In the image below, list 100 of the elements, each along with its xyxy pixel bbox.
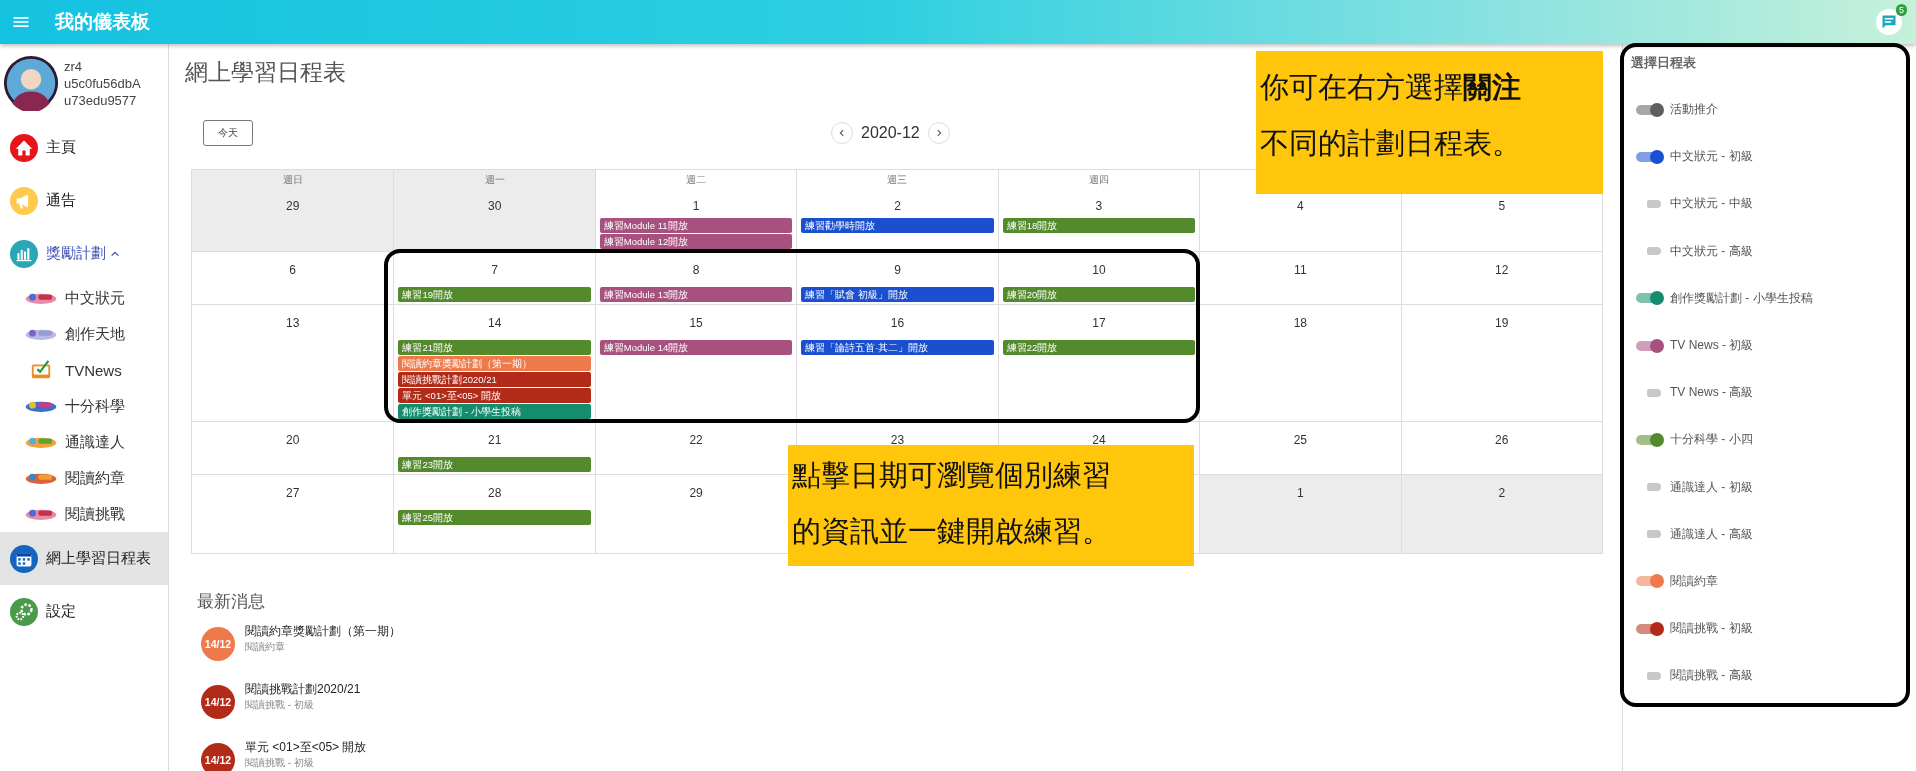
day-number: 11 xyxy=(1294,263,1307,277)
nav-item[interactable]: 通告 xyxy=(0,174,168,227)
notification-badge: 5 xyxy=(1896,4,1907,16)
day-cell[interactable]: 18 xyxy=(1199,305,1401,421)
day-cell[interactable]: 7 練習19開放 xyxy=(393,252,595,304)
day-cell[interactable]: 1 xyxy=(1199,475,1401,553)
schedule-label: 創作獎勵計劃 - 小學生投稿 xyxy=(1670,289,1813,307)
day-cell[interactable]: 13 xyxy=(192,305,394,421)
day-cell[interactable]: 9 練習「賦會 初級」開放 xyxy=(796,252,998,304)
day-cell[interactable]: 20 xyxy=(192,422,394,474)
day-number: 26 xyxy=(1495,433,1509,447)
news-title[interactable]: 單元 <01>至<05> 開放 xyxy=(245,738,367,756)
nav-subitem[interactable]: 創作天地 xyxy=(0,316,168,352)
toggle-switch[interactable] xyxy=(1636,291,1664,306)
event-bar[interactable]: 練習19開放 xyxy=(398,287,591,302)
nav-item[interactable]: 獎勵計劃 xyxy=(0,227,168,280)
day-number: 30 xyxy=(487,199,502,213)
panel-title: 選擇日程表 xyxy=(1631,54,1697,72)
day-cell[interactable]: 14 練習21開放 閱讀約章獎勵計劃（第一期） 閱讀挑戰計劃2020/21 單元 <01>至<05> 開放 創作獎勵計劃 - 小學生投稿 xyxy=(393,305,595,421)
nav-subitem[interactable]: 通識達人 xyxy=(0,424,168,460)
weekday-label: 週一 xyxy=(484,174,505,185)
date-badge: 14/12 xyxy=(201,627,235,661)
day-cell[interactable]: 8 練習Module 13開放 xyxy=(594,252,797,304)
weekday-label: 週二 xyxy=(686,174,707,185)
nav-subitem[interactable]: 閱讀約章 xyxy=(0,460,168,496)
day-number: 29 xyxy=(689,486,703,500)
event-bar[interactable]: 閱讀挑戰計劃2020/21 xyxy=(398,372,591,387)
settings-icon xyxy=(10,597,38,626)
event-bar[interactable]: 創作獎勵計劃 - 小學生投稿 xyxy=(398,404,591,419)
day-cell[interactable]: 26 xyxy=(1400,422,1602,474)
day-cell[interactable]: 25 xyxy=(1199,422,1401,474)
day-cell[interactable]: 週四 3 練習18開放 xyxy=(997,170,1200,251)
toggle-switch[interactable] xyxy=(1636,102,1664,117)
day-cell[interactable]: 週一 30 xyxy=(393,170,595,251)
day-cell[interactable]: 15 練習Module 14開放 xyxy=(594,305,797,421)
nav-item[interactable]: 設定 xyxy=(0,585,168,638)
nav-subitem[interactable]: 中文狀元 xyxy=(0,280,168,316)
event-bar[interactable]: 練習21開放 xyxy=(398,340,591,355)
event-bar[interactable]: 練習Module 11開放 xyxy=(599,218,793,233)
nav-subitem[interactable]: 閱讀挑戰 xyxy=(0,496,168,532)
day-number: 27 xyxy=(286,486,300,500)
event-bar[interactable]: 練習23開放 xyxy=(398,457,591,472)
schedule-label: TV News - 初級 xyxy=(1670,337,1754,355)
day-cell[interactable]: 10 練習20開放 xyxy=(997,252,1200,304)
chat-icon[interactable] xyxy=(1876,9,1902,35)
day-cell[interactable]: 19 xyxy=(1400,305,1602,421)
event-bar[interactable]: 練習18開放 xyxy=(1002,218,1196,233)
day-number: 7 xyxy=(491,263,498,277)
day-number: 15 xyxy=(689,316,703,330)
news-heading: 最新消息 xyxy=(197,590,266,613)
event-bar[interactable]: 練習Module 13開放 xyxy=(599,287,793,302)
schedule-label: 活動推介 xyxy=(1670,101,1718,119)
day-cell[interactable]: 27 xyxy=(192,475,394,553)
event-bar[interactable]: 單元 <01>至<05> 開放 xyxy=(398,388,591,403)
day-cell[interactable]: 16 練習「論詩五首·其二」開放 xyxy=(796,305,998,421)
toggle-switch[interactable] xyxy=(1636,432,1664,447)
avatar-icon xyxy=(3,55,59,111)
today-button[interactable]: 今天 xyxy=(203,120,253,146)
toggle-switch[interactable] xyxy=(1636,574,1664,589)
previous-month-button[interactable] xyxy=(831,122,853,144)
day-number: 14 xyxy=(487,316,502,330)
day-number: 2 xyxy=(894,199,901,213)
event-bar[interactable]: 練習25開放 xyxy=(398,510,591,525)
nav-subitem[interactable]: TVNews xyxy=(0,352,168,388)
nav-subitem[interactable]: 十分科學 xyxy=(0,388,168,424)
event-bar[interactable]: 練習「論詩五首·其二」開放 xyxy=(801,340,994,355)
day-cell[interactable]: 21 練習23開放 xyxy=(393,422,595,474)
day-cell[interactable]: 17 練習22開放 xyxy=(997,305,1200,421)
event-bar[interactable]: 練習「賦會 初級」開放 xyxy=(801,287,994,302)
event-bar[interactable]: 練習Module 14開放 xyxy=(599,340,793,355)
day-cell[interactable]: 11 xyxy=(1199,252,1401,304)
news-subtitle: 閱讀挑戰 - 初級 xyxy=(245,755,315,770)
toggle-switch[interactable] xyxy=(1636,621,1664,636)
day-cell[interactable]: 6 xyxy=(192,252,394,304)
day-number: 3 xyxy=(1095,199,1103,213)
day-cell[interactable]: 2 xyxy=(1400,475,1602,553)
day-cell[interactable]: 28 練習25開放 xyxy=(393,475,595,553)
news-title[interactable]: 閱讀約章獎勵計劃（第一期） xyxy=(245,622,401,640)
day-cell[interactable]: 週二 1 練習Module 11開放 練習Module 12開放 xyxy=(594,170,797,251)
schedule-label: 閱讀挑戰 - 初級 xyxy=(1670,620,1753,638)
toggle-switch[interactable] xyxy=(1636,338,1664,353)
event-bar[interactable]: 練習Module 12開放 xyxy=(599,234,793,249)
schedule-label: 十分科學 - 小四 xyxy=(1670,431,1753,449)
day-number: 1 xyxy=(1297,486,1304,500)
day-cell[interactable]: 週三 2 練習勸學時開放 xyxy=(796,170,998,251)
next-month-button[interactable] xyxy=(927,122,950,144)
day-number: 22 xyxy=(689,433,703,447)
event-bar[interactable]: 練習20開放 xyxy=(1002,287,1196,302)
news-title[interactable]: 閱讀挑戰計劃2020/21 xyxy=(245,680,361,698)
day-number: 6 xyxy=(289,263,297,277)
toggle-switch[interactable] xyxy=(1636,149,1664,164)
nav-item[interactable]: 網上學習日程表 xyxy=(0,532,168,585)
day-number: 17 xyxy=(1092,316,1106,330)
day-cell[interactable]: 12 xyxy=(1400,252,1602,304)
day-cell[interactable]: 週日 29 xyxy=(192,170,394,251)
event-bar[interactable]: 練習22開放 xyxy=(1002,340,1196,355)
event-bar[interactable]: 練習勸學時開放 xyxy=(801,218,994,233)
nav-item[interactable]: 主頁 xyxy=(0,121,168,174)
day-number: 2 xyxy=(1498,486,1506,500)
user-id: u73edu9577 xyxy=(64,91,138,109)
